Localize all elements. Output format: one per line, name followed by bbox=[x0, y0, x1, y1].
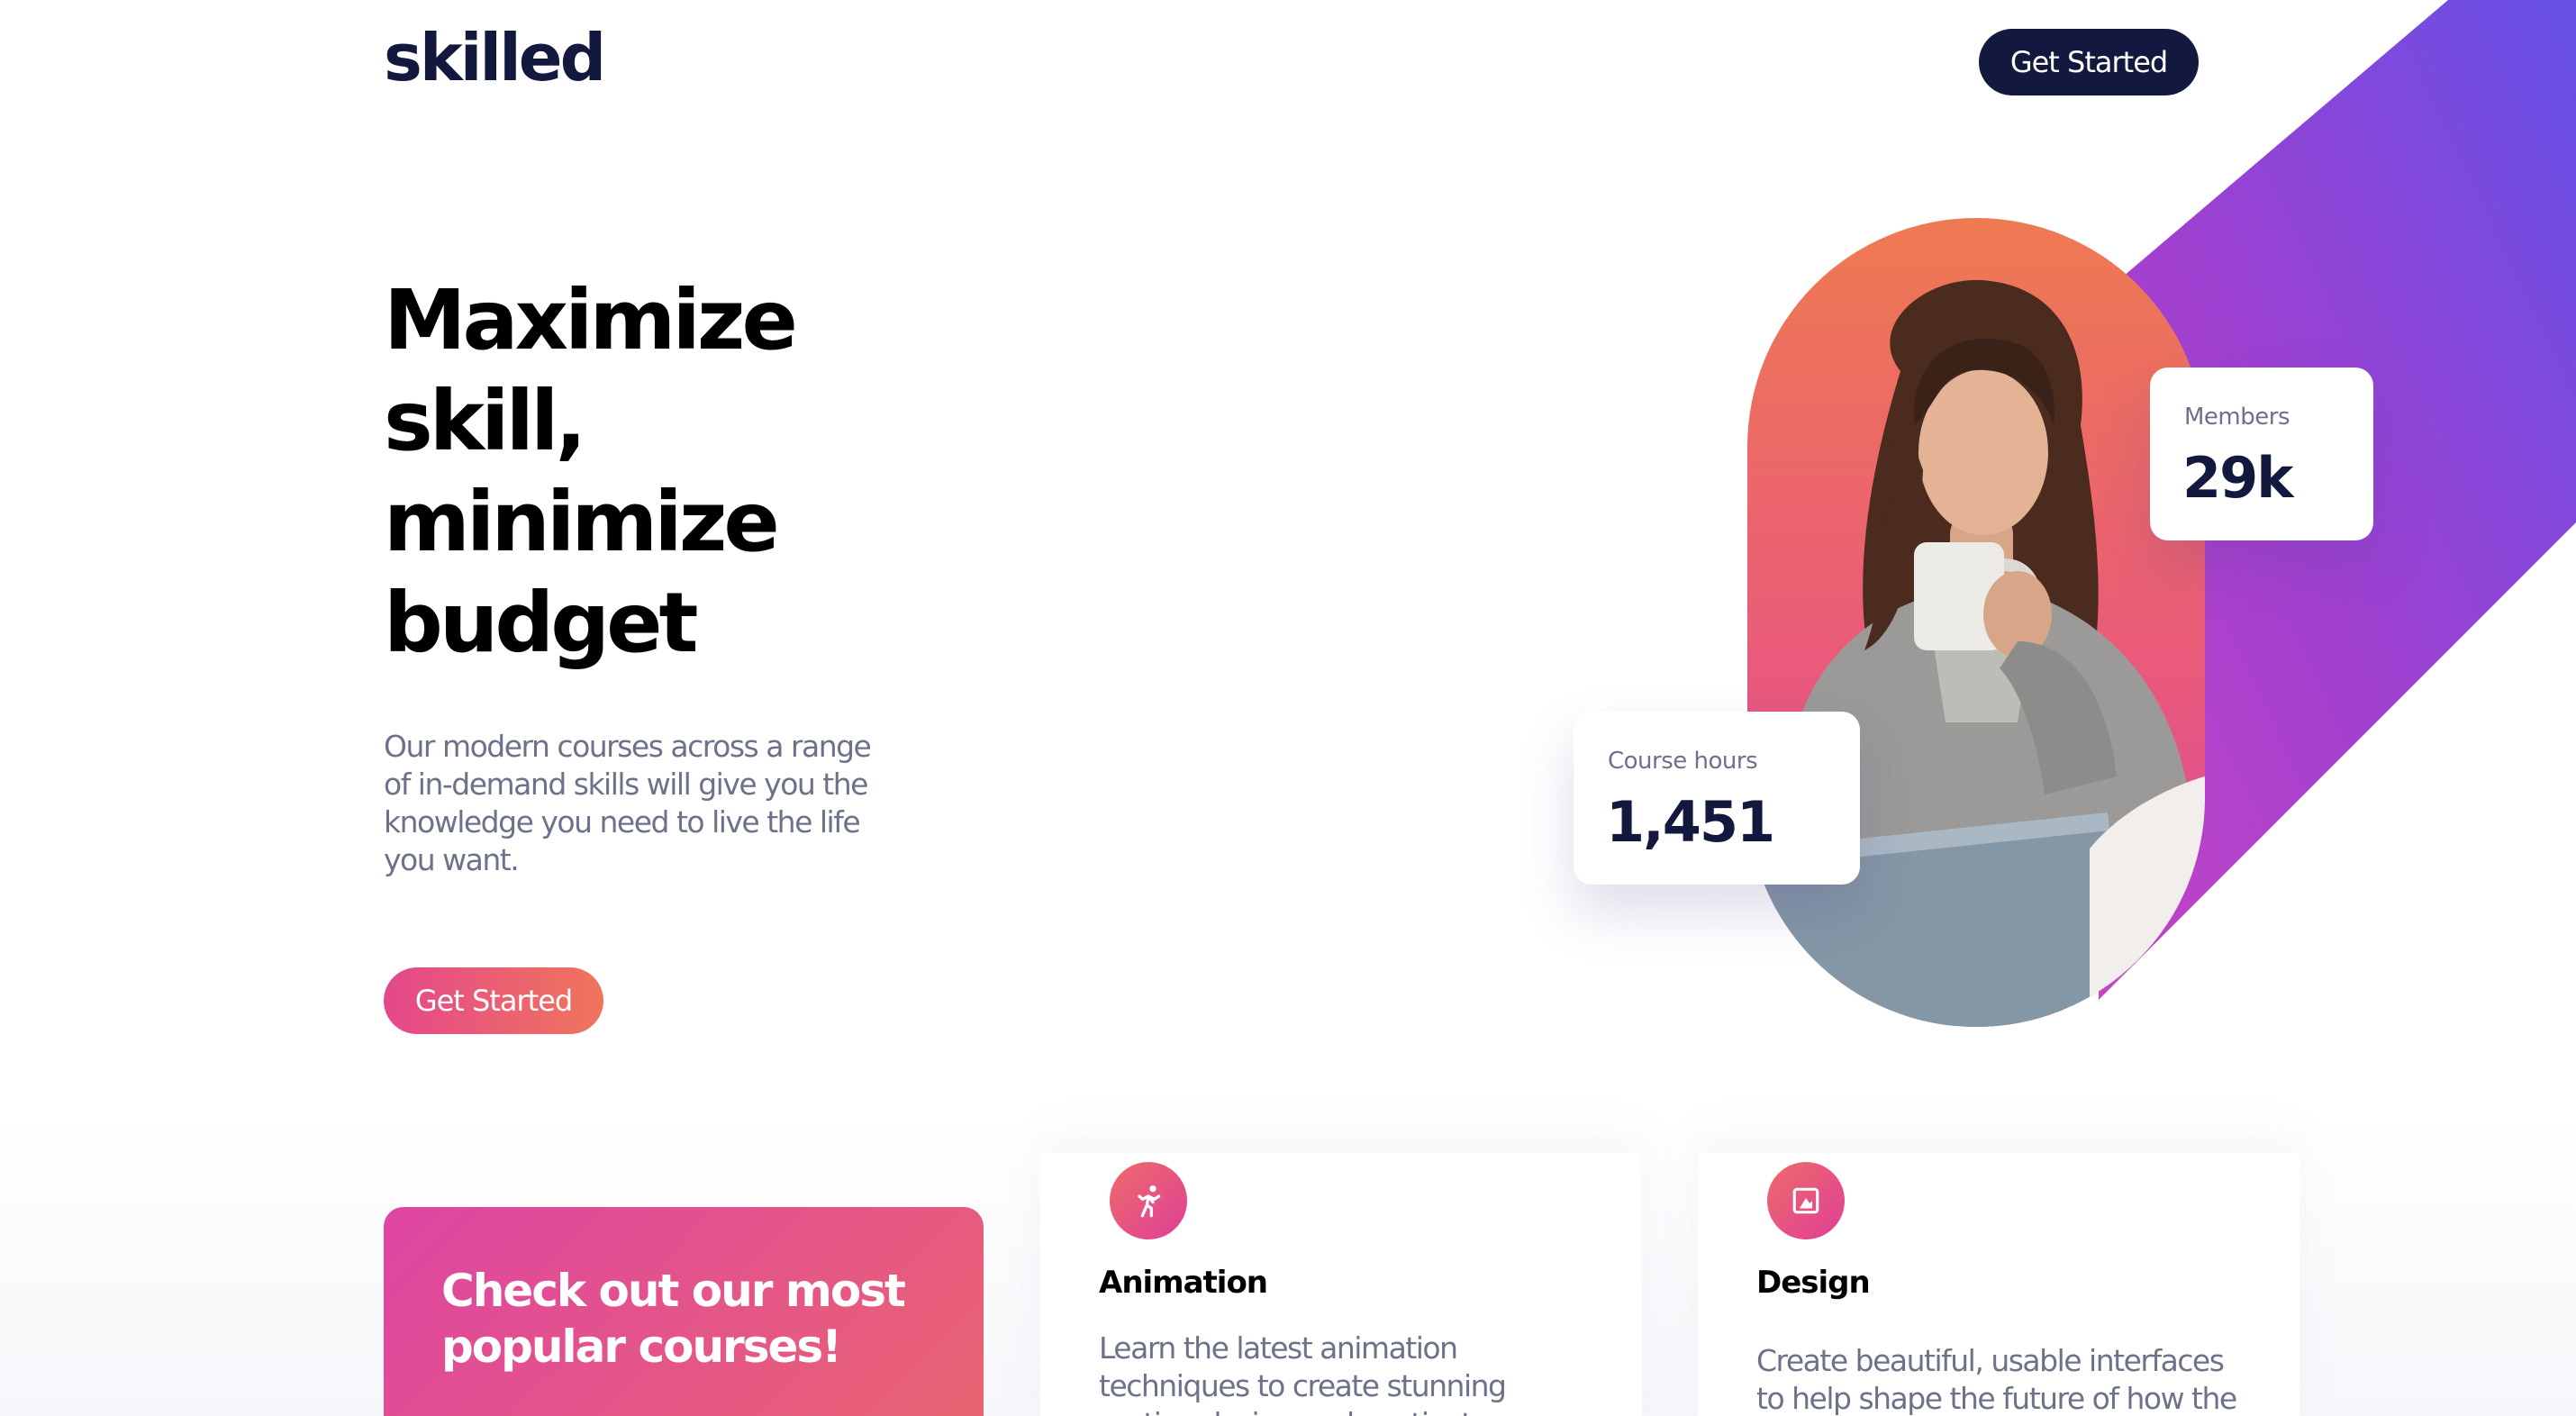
course-description-animation: Learn the latest animation techniques to… bbox=[1099, 1330, 1559, 1416]
get-started-hero-button[interactable]: Get Started bbox=[384, 967, 603, 1034]
members-value: 29k bbox=[2182, 445, 2294, 511]
popular-courses-title: Check out our most popular courses! bbox=[441, 1265, 906, 1373]
course-title-animation[interactable]: Animation bbox=[1099, 1265, 1268, 1301]
image-frame-icon bbox=[1767, 1162, 1845, 1239]
course-card-animation[interactable]: Animation Learn the latest animation tec… bbox=[1040, 1153, 1642, 1416]
hero-title: Maximize skill, minimize budget bbox=[384, 272, 798, 671]
hero-photo bbox=[1747, 218, 2205, 1027]
course-card-design[interactable]: Design Create beautiful, usable interfac… bbox=[1698, 1153, 2299, 1416]
course-hours-stat-card: Course hours 1,451 bbox=[1574, 712, 1860, 885]
hero-description: Our modern courses across a range of in-… bbox=[384, 729, 872, 877]
course-hours-label: Course hours bbox=[1608, 748, 1758, 775]
popular-courses-card: Check out our most popular courses! bbox=[384, 1207, 984, 1416]
members-stat-card: Members 29k bbox=[2150, 368, 2373, 540]
woman-with-coffee-illustration bbox=[1765, 279, 2205, 1027]
logo[interactable]: skilled bbox=[384, 25, 606, 90]
running-figure-icon bbox=[1110, 1162, 1187, 1239]
members-label: Members bbox=[2184, 404, 2290, 431]
course-hours-value: 1,451 bbox=[1606, 789, 1775, 855]
course-description-design: Create beautiful, usable interfaces to h… bbox=[1756, 1343, 2237, 1416]
course-title-design[interactable]: Design bbox=[1756, 1265, 1871, 1301]
get-started-nav-button[interactable]: Get Started bbox=[1979, 29, 2199, 95]
